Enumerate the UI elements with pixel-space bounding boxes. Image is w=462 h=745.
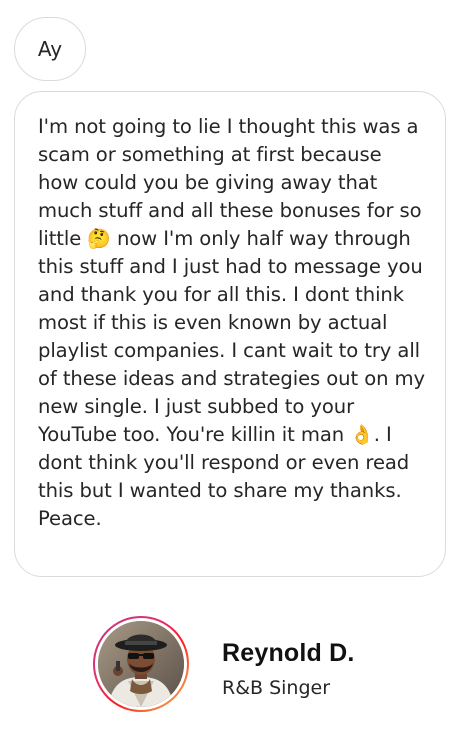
avatar-photo	[98, 621, 184, 707]
message-bubble-ay: Ay	[14, 17, 86, 81]
message-text-ay: Ay	[37, 37, 63, 61]
ok-hand-emoji-icon: 👌	[350, 424, 374, 446]
message-text-testimonial: I'm not going to lie I thought this was …	[38, 113, 427, 533]
thinking-face-emoji-icon: 🤔	[87, 228, 111, 250]
message-text-part-2: now I'm only half way through this stuff…	[38, 227, 426, 446]
message-bubble-testimonial: I'm not going to lie I thought this was …	[14, 91, 446, 577]
testimonial-name: Reynold D.	[222, 639, 355, 667]
avatar	[98, 621, 184, 707]
profile-avatar-frame	[95, 618, 187, 710]
profile-avatar-ring	[93, 616, 189, 712]
testimonial-role: R&B Singer	[222, 677, 331, 699]
